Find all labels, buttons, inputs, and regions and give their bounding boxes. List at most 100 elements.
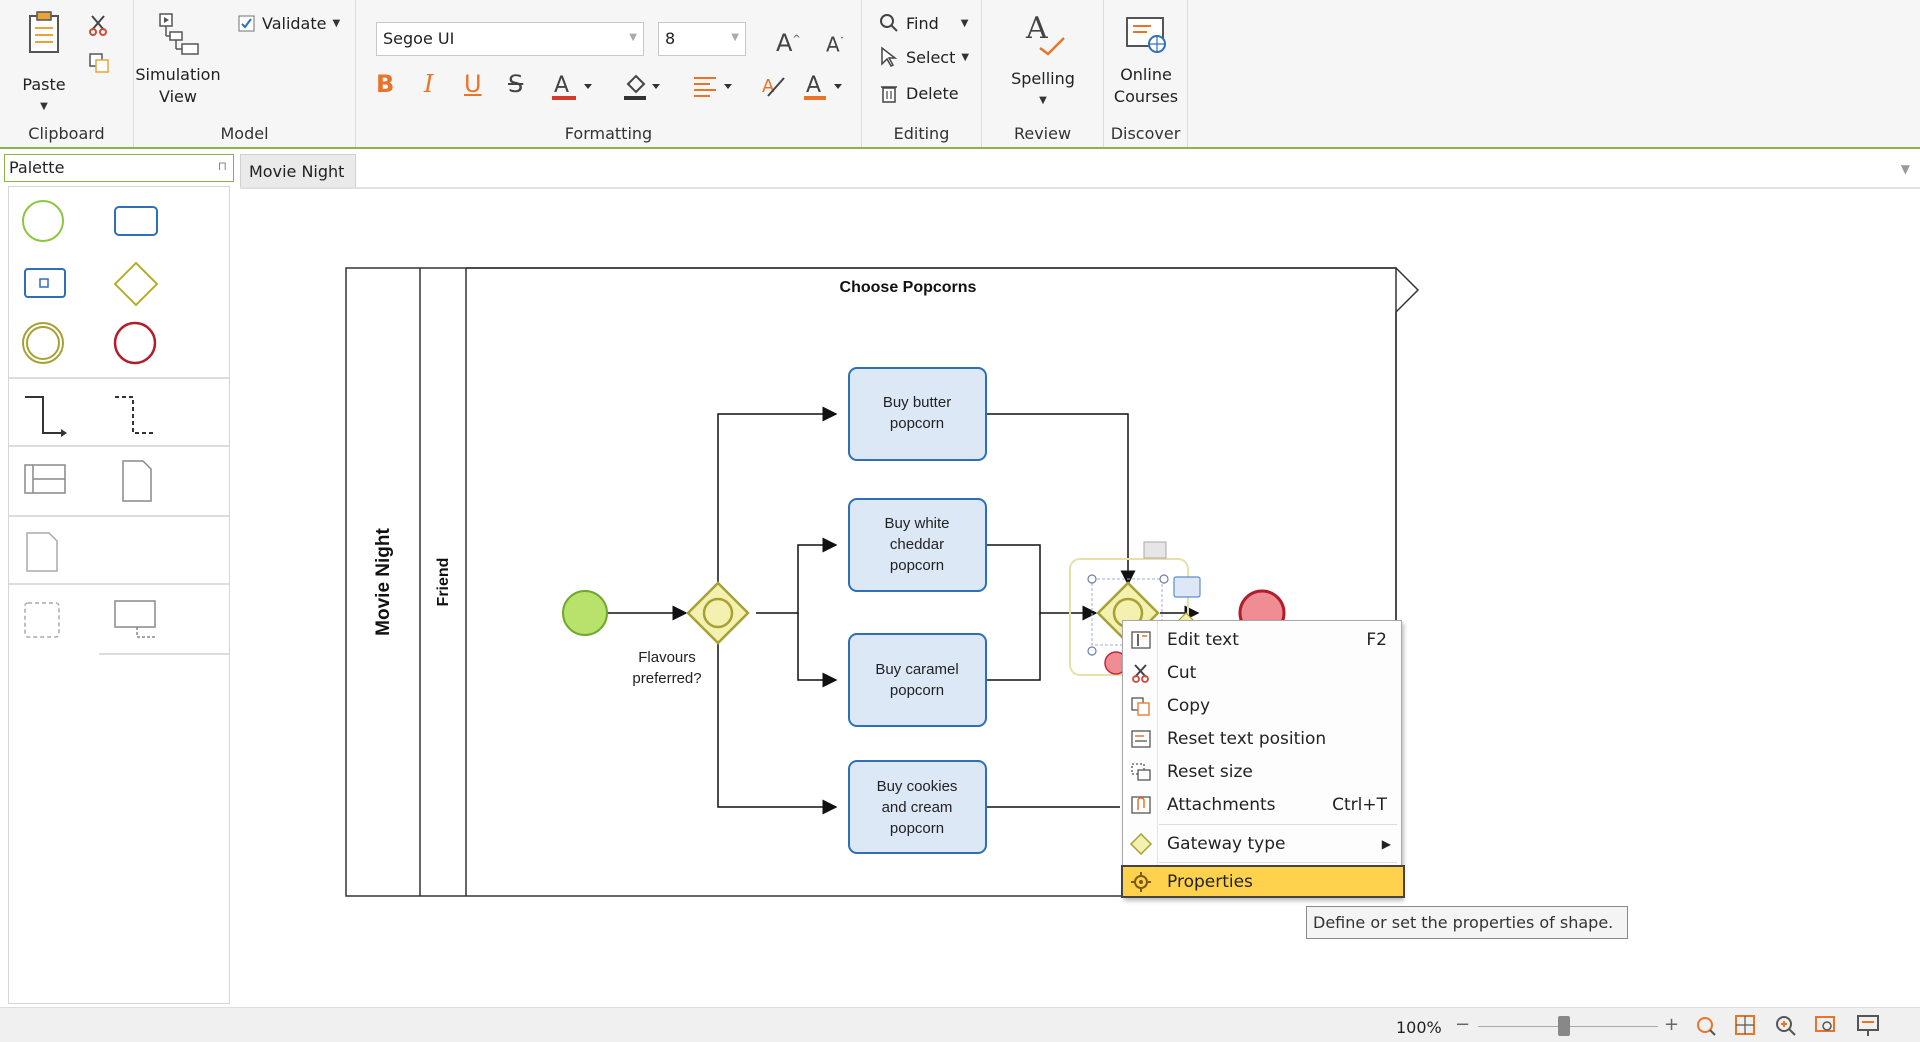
clipboard-group: Paste ▼ Clipboard [0,0,134,147]
spelling-button[interactable]: A Spelling ▼ [994,8,1092,112]
align-icon [694,77,732,97]
align-button[interactable] [692,70,736,106]
palette-intermediate-event[interactable] [21,321,65,365]
subprocess-title: Choose Popcorns [840,279,977,296]
font-color-button[interactable]: A [552,70,596,106]
bold-icon[interactable]: B [376,70,394,98]
menu-item-copy[interactable]: Copy [1123,689,1401,722]
fit-page-icon[interactable] [1734,1014,1758,1036]
diagram-canvas[interactable]: Movie Night Friend Choose Popcorns Flavo… [240,189,1920,1005]
strikethrough-icon[interactable]: S [508,70,523,98]
resize-handle[interactable] [1087,574,1097,584]
menu-item-label: Copy [1167,695,1211,716]
palette-document[interactable] [25,531,61,575]
online-courses-button[interactable]: Online Courses [1104,14,1188,108]
select-label: Select [906,47,956,67]
delete-button[interactable]: Delete [878,82,959,104]
quick-add-task[interactable] [1173,576,1201,598]
validate-checkbox-icon [238,14,255,32]
simulation-view-button[interactable]: Simulation View [134,12,222,108]
underline-icon[interactable]: U [464,70,482,98]
palette-data-object[interactable] [121,459,155,503]
palette-subprocess[interactable] [23,267,69,301]
menu-item-reset-size[interactable]: Reset size [1123,755,1401,788]
validate-dropdown-icon[interactable]: ▼ [332,18,340,29]
select-button[interactable]: Select ▼ [878,46,969,68]
task-label-line: and cream [882,799,953,816]
reset-text-position-icon [1131,729,1151,748]
palette-pool[interactable] [23,463,69,497]
copy-icon[interactable] [88,52,110,74]
resize-handle[interactable] [1159,574,1169,584]
grow-font-icon[interactable]: A^ [776,26,801,57]
task-buy-caramel[interactable]: Buy caramel popcorn [848,633,987,727]
task-buy-butter[interactable]: Buy butter popcorn [848,367,987,461]
palette-annotation[interactable] [113,599,161,643]
shrink-font-icon[interactable]: Aˇ [826,28,844,59]
simulation-label-1: Simulation [135,65,221,84]
palette-sequence-flow[interactable] [23,393,69,441]
menu-item-reset-text-position[interactable]: Reset text position [1123,722,1401,755]
find-button[interactable]: Find ▼ [878,12,968,34]
select-dropdown-icon[interactable]: ▼ [961,52,969,63]
fit-zoom-icon[interactable] [1694,1014,1718,1036]
palette-message-flow[interactable] [113,393,159,441]
zoom-out-button[interactable]: − [1455,1014,1470,1035]
fill-color-icon [624,74,660,100]
palette-divider [99,653,229,655]
palette-start-event[interactable] [21,199,65,243]
tab-label: Movie Night [249,162,345,181]
menu-item-label: Reset text position [1167,728,1327,749]
task-label-line: popcorn [890,682,944,699]
resize-handle[interactable] [1087,646,1097,656]
task-buy-white-cheddar[interactable]: Buy white cheddar popcorn [848,498,987,592]
palette-panel [8,186,230,1004]
delete-label: Delete [906,83,959,103]
paste-button[interactable]: Paste ▼ [14,10,74,118]
zoom-selection-icon[interactable] [1814,1014,1838,1036]
cut-icon[interactable] [88,14,110,36]
palette-gateway[interactable] [113,261,159,307]
presentation-icon[interactable] [1856,1014,1880,1036]
zoom-in-button[interactable]: + [1664,1014,1679,1035]
palette-task[interactable] [113,205,159,239]
start-event[interactable] [562,590,608,636]
paste-dropdown-icon[interactable]: ▼ [40,96,48,118]
palette-group[interactable] [23,601,63,641]
font-size-select[interactable]: 8 ▼ [658,22,746,56]
font-family-select[interactable]: Segoe UI ▼ [376,22,644,56]
tab-movie-night[interactable]: Movie Night [240,154,356,188]
text-color-button[interactable]: A [804,70,848,106]
copy-icon [1131,696,1150,716]
task-label-line: popcorn [890,415,944,432]
spelling-dropdown-icon[interactable]: ▼ [1039,90,1047,112]
pool-label: Movie Night [373,527,394,635]
find-dropdown-icon[interactable]: ▼ [961,18,969,29]
online-courses-label-1: Online [1120,65,1172,84]
tab-list-dropdown-icon[interactable]: ▼ [1901,162,1910,176]
font-size-dropdown-icon: ▼ [731,32,739,43]
menu-item-gateway-type[interactable]: Gateway type ▶ [1123,827,1401,860]
fill-color-button[interactable] [622,70,666,106]
menu-item-edit-text[interactable]: Edit text F2 [1123,623,1401,656]
task-buy-cookies-cream[interactable]: Buy cookies and cream popcorn [848,760,987,854]
zoom-slider-thumb[interactable] [1558,1016,1570,1036]
attachments-icon [1131,795,1151,814]
gateway-type-icon [1129,832,1153,855]
palette-divider [9,377,229,379]
status-bar: 100% − + [0,1007,1920,1042]
palette-divider [9,583,229,585]
pin-icon[interactable]: ⊓ [218,159,227,173]
task-label-line: popcorn [890,820,944,837]
clear-format-icon[interactable]: A [760,72,788,100]
palette-end-event[interactable] [113,321,157,365]
zoom-in-icon[interactable] [1774,1014,1798,1036]
paste-icon [29,11,59,53]
menu-item-properties[interactable]: Properties [1121,865,1405,898]
menu-item-cut[interactable]: Cut [1123,656,1401,689]
editing-group: Find ▼ Select ▼ Delete Editing [862,0,982,147]
quick-add-annotation[interactable] [1143,541,1167,559]
italic-icon[interactable]: I [424,70,433,98]
validate-button[interactable]: Validate ▼ [238,14,340,33]
menu-item-attachments[interactable]: Attachments Ctrl+T [1123,788,1401,821]
